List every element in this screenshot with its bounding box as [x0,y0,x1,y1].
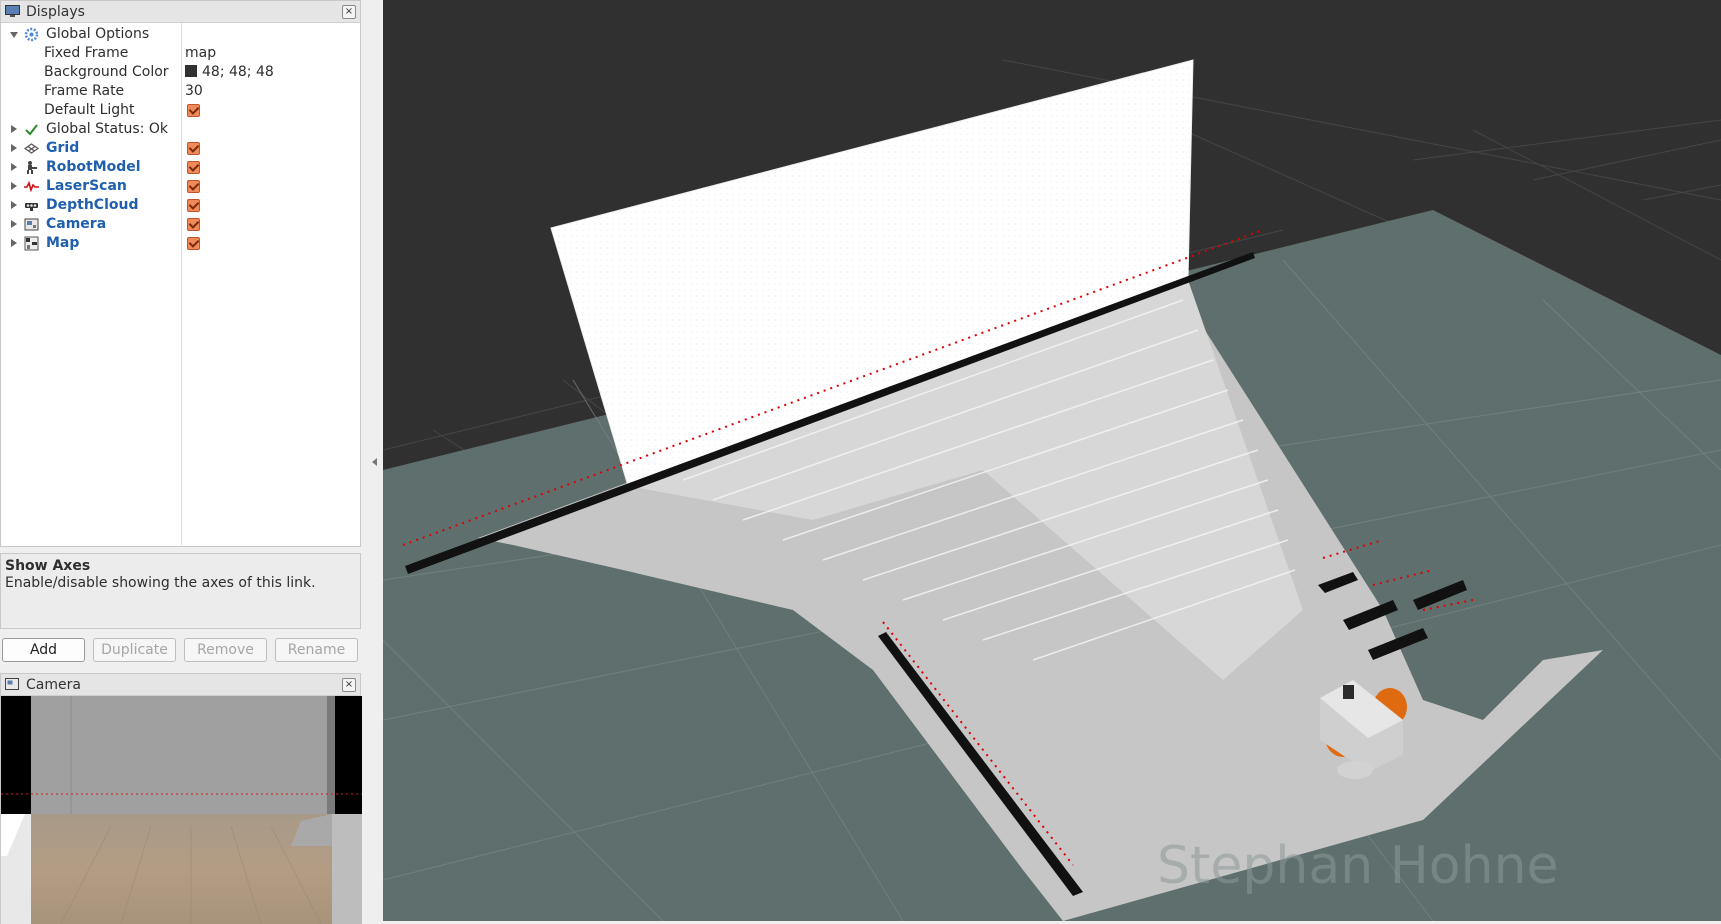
camera-panel: Camera × [0,673,362,924]
camera-icon [24,218,39,231]
duplicate-button[interactable]: Duplicate [93,638,176,662]
description-heading: Show Axes [5,558,91,574]
camera-checkbox[interactable] [187,218,200,231]
robot-model-icon [27,161,37,174]
frame-rate-label: Frame Rate [44,83,125,99]
expand-arrow-icon[interactable] [11,125,17,133]
expand-arrow-icon[interactable] [10,32,18,38]
panel-splitter-handle[interactable] [372,458,377,466]
robotmodel-checkbox[interactable] [187,161,200,174]
camera-close-button[interactable]: × [342,678,356,692]
depthcloud-label: DepthCloud [46,197,139,213]
watermark-text: Stephan Hohne [1157,836,1559,896]
map-label: Map [46,235,80,251]
background-color-label: Background Color [44,64,169,80]
fixed-frame-label: Fixed Frame [44,45,129,61]
monitor-icon [5,5,20,17]
frame-rate-value[interactable]: 30 [185,83,203,99]
background-color-value[interactable]: 48; 48; 48 [185,64,274,80]
rename-button[interactable]: Rename [275,638,358,662]
camera-label: Camera [46,216,107,232]
add-button[interactable]: Add [2,638,85,662]
checkmark-icon [25,124,38,136]
gear-icon [24,27,39,42]
map-icon [24,236,39,251]
camera-panel-title: Camera [26,677,81,693]
expand-arrow-icon[interactable] [11,220,17,228]
grid-icon [24,143,39,154]
laser-scan-icon [24,180,39,193]
fixed-frame-value[interactable]: map [185,45,216,61]
default-light-label: Default Light [44,102,135,118]
color-swatch [185,65,197,77]
global-options-label: Global Options [46,26,150,42]
expand-arrow-icon[interactable] [11,182,17,190]
grid-checkbox[interactable] [187,142,200,155]
depth-cloud-icon [25,203,38,211]
grid-label: Grid [46,140,80,156]
description-text: Enable/disable showing the axes of this … [5,575,316,591]
global-status-label: Global Status: Ok [46,121,169,137]
scene-canvas[interactable] [383,0,1721,921]
camera-panel-title-bar[interactable]: Camera × [1,674,360,696]
expand-arrow-icon[interactable] [11,163,17,171]
depthcloud-checkbox[interactable] [187,199,200,212]
laserscan-label: LaserScan [46,178,127,194]
displays-close-button[interactable]: × [342,5,356,19]
displays-panel-title-bar[interactable]: Displays × [1,1,360,23]
background-color-text: 48; 48; 48 [202,64,274,80]
displays-panel-title: Displays [26,4,85,20]
expand-arrow-icon[interactable] [11,201,17,209]
property-description: Show Axes Enable/disable showing the axe… [0,553,361,629]
remove-button[interactable]: Remove [184,638,267,662]
camera-icon [5,678,19,690]
laserscan-checkbox[interactable] [187,180,200,193]
expand-arrow-icon[interactable] [11,144,17,152]
camera-image-view[interactable] [1,696,362,924]
render-3d-viewport[interactable]: Stephan Hohne [383,0,1721,921]
displays-panel: Displays × Global Options Fixed Frame ma… [0,0,361,547]
expand-arrow-icon[interactable] [11,239,17,247]
map-checkbox[interactable] [187,237,200,250]
robotmodel-label: RobotModel [46,159,141,175]
column-divider[interactable] [181,23,182,545]
default-light-checkbox[interactable] [187,104,200,117]
